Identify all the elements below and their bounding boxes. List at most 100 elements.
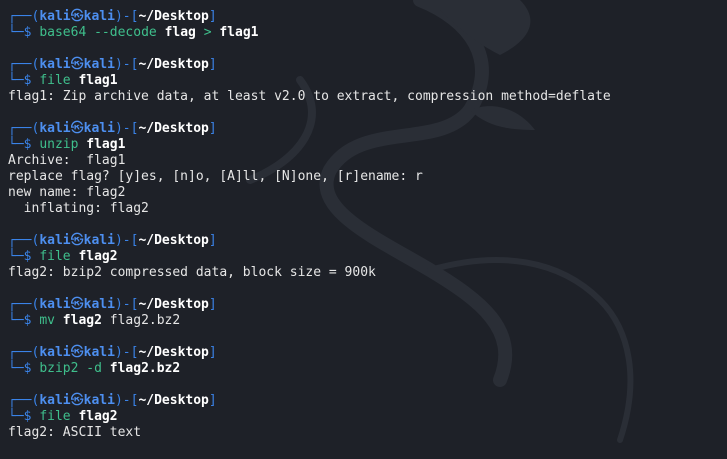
prompt-user: kali (39, 345, 71, 360)
command-line: └─$ file flag2 (8, 409, 727, 425)
prompt-header: ┌──(kali㉿kali)-[~/Desktop] (8, 9, 727, 25)
prompt-bracket: ] (208, 121, 217, 136)
prompt-corner-top: ┌──( (8, 121, 40, 136)
prompt-corner-top: ┌──( (8, 297, 40, 312)
command-arg: flag1 (86, 137, 126, 152)
prompt-header: ┌──(kali㉿kali)-[~/Desktop] (8, 233, 727, 249)
prompt-bracket: ] (208, 393, 217, 408)
prompt-separator: )-[ (114, 57, 139, 72)
command-line: └─$ unzip flag1 (8, 137, 727, 153)
prompt-host: kali (83, 297, 115, 312)
output-line: Archive: flag1 (8, 153, 126, 168)
command-arg: flag2.bz2 (101, 313, 181, 328)
prompt-separator: )-[ (114, 297, 139, 312)
prompt-bracket: ] (208, 345, 217, 360)
command-line: └─$ file flag1 (8, 73, 727, 89)
prompt-host: kali (83, 57, 115, 72)
command-arg (55, 313, 63, 328)
command-arg: --decode (86, 25, 165, 40)
skull-icon: ㉿ (70, 297, 84, 312)
output-line: new name: flag2 (8, 185, 126, 200)
command-name: mv (39, 313, 55, 328)
prompt-corner-top: ┌──( (8, 9, 40, 24)
prompt-user: kali (39, 233, 71, 248)
command-arg: flag2 (78, 249, 118, 264)
prompt-path: ~/Desktop (138, 57, 209, 72)
prompt-separator: )-[ (114, 345, 139, 360)
prompt-corner-bottom: └─ (8, 409, 24, 424)
prompt-user: kali (39, 393, 71, 408)
command-line: └─$ bzip2 -d flag2.bz2 (8, 361, 727, 377)
prompt-host: kali (83, 345, 115, 360)
prompt-host: kali (83, 233, 115, 248)
terminal-window[interactable]: ┌──(kali㉿kali)-[~/Desktop] └─$ base64 --d… (0, 0, 727, 459)
prompt-header: ┌──(kali㉿kali)-[~/Desktop] (8, 345, 727, 361)
prompt-path: ~/Desktop (138, 393, 209, 408)
prompt-corner-top: ┌──( (8, 345, 40, 360)
prompt-corner-top: ┌──( (8, 233, 40, 248)
prompt-user: kali (39, 9, 71, 24)
skull-icon: ㉿ (70, 233, 84, 248)
prompt-user: kali (39, 297, 71, 312)
prompt-separator: )-[ (114, 9, 139, 24)
command-name: file (39, 409, 71, 424)
prompt-corner-bottom: └─ (8, 73, 24, 88)
command-line: └─$ file flag2 (8, 249, 727, 265)
prompt-corner-top: ┌──( (8, 393, 40, 408)
prompt-path: ~/Desktop (138, 297, 209, 312)
prompt-header: ┌──(kali㉿kali)-[~/Desktop] (8, 57, 727, 73)
command-arg: flag2.bz2 (109, 361, 181, 376)
output-line: flag1: Zip archive data, at least v2.0 t… (8, 89, 611, 104)
prompt-path: ~/Desktop (138, 121, 209, 136)
prompt-corner-bottom: └─ (8, 249, 24, 264)
prompt-bracket: ] (208, 233, 217, 248)
command-arg: flag2 (78, 409, 118, 424)
prompt-path: ~/Desktop (138, 345, 209, 360)
prompt-corner-bottom: └─ (8, 361, 24, 376)
prompt-bracket: ] (208, 297, 217, 312)
command-name: bzip2 (39, 361, 79, 376)
prompt-user: kali (39, 121, 71, 136)
prompt-separator: )-[ (114, 393, 139, 408)
prompt-header: ┌──(kali㉿kali)-[~/Desktop] (8, 393, 727, 409)
skull-icon: ㉿ (70, 393, 84, 408)
prompt-bracket: ] (208, 57, 217, 72)
prompt-corner-bottom: └─ (8, 25, 24, 40)
command-arg: flag (164, 25, 196, 40)
skull-icon: ㉿ (70, 9, 84, 24)
command-name: file (39, 249, 71, 264)
output-line: inflating: flag2 (8, 201, 149, 216)
command-line: └─$ base64 --decode flag > flag1 (8, 25, 727, 41)
command-arg: -d (78, 361, 110, 376)
command-arg: flag1 (219, 25, 259, 40)
command-name: base64 (39, 25, 87, 40)
command-arg: flag1 (78, 73, 118, 88)
prompt-host: kali (83, 9, 115, 24)
output-line: flag2: ASCII text (8, 425, 142, 440)
command-line: └─$ mv flag2 flag2.bz2 (8, 313, 727, 329)
prompt-separator: )-[ (114, 233, 139, 248)
skull-icon: ㉿ (70, 57, 84, 72)
prompt-bracket: ] (208, 9, 217, 24)
terminal-output: ┌──(kali㉿kali)-[~/Desktop] └─$ base64 --d… (8, 9, 727, 441)
command-arg: flag2 (62, 313, 102, 328)
command-name: file (39, 73, 71, 88)
skull-icon: ㉿ (70, 121, 84, 136)
prompt-header: ┌──(kali㉿kali)-[~/Desktop] (8, 121, 727, 137)
prompt-host: kali (83, 121, 115, 136)
prompt-user: kali (39, 57, 71, 72)
prompt-corner-bottom: └─ (8, 313, 24, 328)
prompt-corner-top: ┌──( (8, 57, 40, 72)
output-line: replace flag? [y]es, [n]o, [A]ll, [N]one… (8, 169, 423, 184)
prompt-path: ~/Desktop (138, 9, 209, 24)
prompt-header: ┌──(kali㉿kali)-[~/Desktop] (8, 297, 727, 313)
prompt-host: kali (83, 393, 115, 408)
output-line: flag2: bzip2 compressed data, block size… (8, 265, 376, 280)
prompt-corner-bottom: └─ (8, 137, 24, 152)
command-arg: > (195, 25, 220, 40)
